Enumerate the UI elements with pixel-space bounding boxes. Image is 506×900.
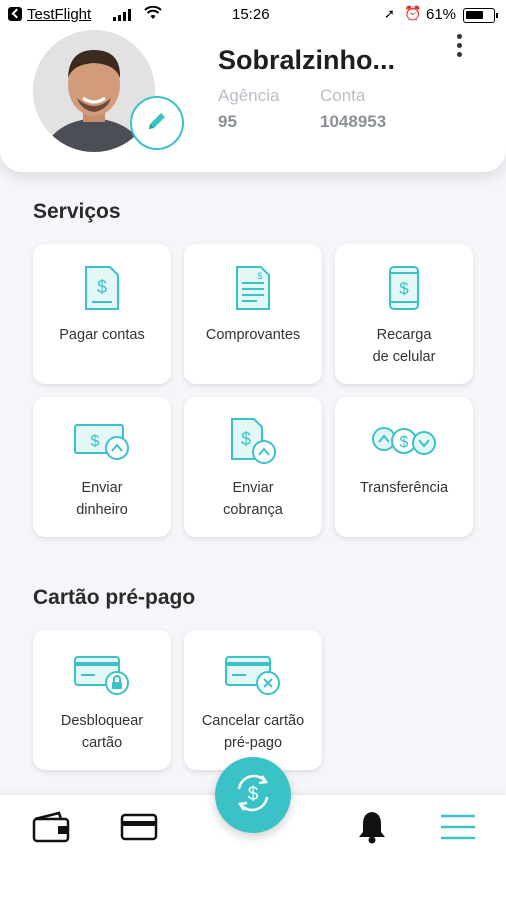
wifi-icon	[144, 5, 162, 24]
exchange-money-button[interactable]: $	[215, 757, 291, 833]
back-to-app-icon[interactable]	[8, 7, 22, 21]
card-cancel-icon	[184, 650, 322, 698]
nav-wallet[interactable]	[29, 809, 73, 849]
nav-notifications[interactable]	[350, 809, 394, 849]
service-send-money[interactable]: $ Enviar dinheiro	[33, 397, 171, 537]
nav-menu[interactable]	[436, 809, 480, 849]
svg-text:$: $	[241, 429, 251, 449]
tile-label: Cancelar cartão pré-pago	[201, 713, 305, 751]
agencia-value: 95	[218, 112, 237, 131]
tile-label: Transferência	[359, 480, 449, 496]
battery-icon	[463, 8, 498, 23]
service-phone-recharge[interactable]: $ Recarga de celular	[335, 244, 473, 384]
svg-text:$: $	[400, 434, 409, 451]
clock: 15:26	[232, 6, 270, 23]
service-send-charge[interactable]: $ Enviar cobrança	[184, 397, 322, 537]
exchange-money-icon: $	[229, 769, 277, 822]
tile-label: Desbloquear cartão	[60, 713, 144, 751]
nav-card[interactable]	[117, 809, 161, 849]
tile-label: Comprovantes	[205, 327, 301, 343]
tile-label: Enviar cobrança	[223, 480, 283, 518]
transfer-icon: $	[335, 417, 473, 465]
send-money-icon: $	[33, 417, 171, 465]
svg-text:$: $	[399, 279, 409, 298]
card-icon	[120, 813, 158, 846]
service-pay-bills[interactable]: $ Pagar contas	[33, 244, 171, 384]
phone-recharge-icon: $	[335, 264, 473, 312]
menu-icon	[439, 812, 477, 847]
battery-percentage: 61%	[426, 6, 457, 23]
card-unlock-icon	[33, 650, 171, 698]
profile-header: TestFlight 15:26 ➚ ⏰ 61% Sobralzinho... …	[0, 0, 506, 172]
tile-label: Pagar contas	[59, 327, 145, 343]
conta-value: 1048953	[320, 112, 387, 131]
service-receipts[interactable]: $ Comprovantes	[184, 244, 322, 384]
tile-label: Recarga de celular	[372, 327, 436, 365]
svg-text:$: $	[248, 784, 259, 805]
tile-label: Enviar dinheiro	[76, 480, 128, 518]
send-charge-icon: $	[184, 417, 322, 465]
signal-icon	[113, 9, 135, 21]
prepaid-cancel-card[interactable]: Cancelar cartão pré-pago	[184, 630, 322, 770]
edit-photo-button[interactable]	[130, 96, 184, 150]
service-transfer[interactable]: $ Transferência	[335, 397, 473, 537]
conta-label: Conta	[320, 86, 366, 105]
agencia-label: Agência	[218, 86, 280, 105]
services-title: Serviços	[33, 200, 121, 223]
user-name: Sobralzinho...	[218, 45, 396, 75]
receipt-icon: $	[184, 264, 322, 312]
back-app-name[interactable]: TestFlight	[27, 6, 91, 23]
bill-icon: $	[33, 264, 171, 312]
more-options-button[interactable]	[450, 34, 470, 62]
pencil-icon	[145, 109, 169, 138]
wallet-icon	[31, 811, 71, 848]
alarm-icon: ⏰	[404, 5, 422, 21]
app-screen: TestFlight 15:26 ➚ ⏰ 61% Sobralzinho... …	[0, 0, 506, 900]
location-icon: ➚	[384, 6, 395, 21]
status-bar: TestFlight 15:26 ➚ ⏰ 61%	[0, 0, 506, 30]
svg-text:$: $	[91, 433, 100, 450]
svg-text:$: $	[97, 277, 107, 297]
prepaid-unlock-card[interactable]: Desbloquear cartão	[33, 630, 171, 770]
bell-icon	[357, 810, 387, 849]
prepaid-title: Cartão pré-pago	[33, 586, 196, 609]
svg-text:$: $	[257, 271, 262, 281]
